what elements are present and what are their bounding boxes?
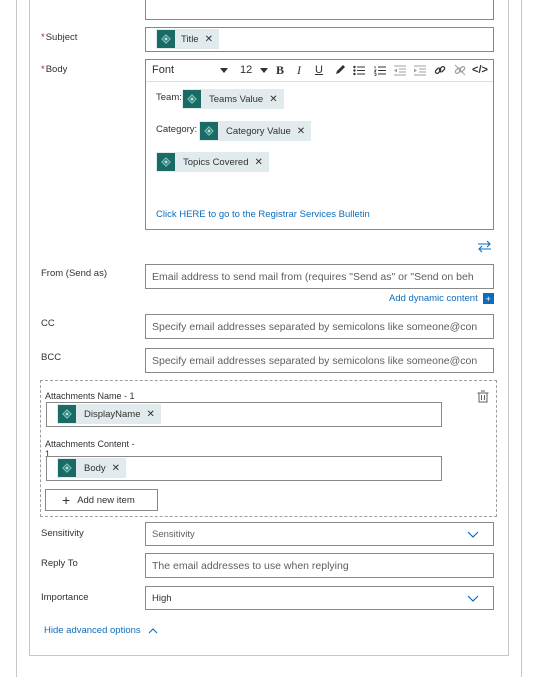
bulletin-link[interactable]: Click HERE to go to the Registrar Servic… <box>156 209 370 220</box>
swap-icon[interactable] <box>477 240 492 256</box>
previous-field[interactable] <box>145 0 494 20</box>
expression-icon <box>58 405 76 423</box>
unlink-icon[interactable] <box>453 62 467 78</box>
expression-icon <box>157 30 175 48</box>
card-left-border <box>29 0 30 656</box>
underline-button[interactable]: U <box>312 62 326 78</box>
attachments-content-field[interactable]: Body ✕ <box>46 456 442 481</box>
numbered-list-icon[interactable] <box>373 62 387 78</box>
add-new-item-button[interactable]: + Add new item <box>45 489 158 511</box>
expression-icon <box>200 122 218 140</box>
increase-indent-icon[interactable] <box>413 62 427 78</box>
close-icon[interactable]: ✕ <box>297 126 311 137</box>
expression-icon <box>183 90 201 108</box>
bcc-label: BCC <box>41 352 62 363</box>
sensitivity-label: Sensitivity <box>41 528 84 539</box>
pen-icon[interactable] <box>333 62 347 78</box>
team-token[interactable]: Teams Value ✕ <box>182 89 284 109</box>
reply-to-label: Reply To <box>41 558 78 569</box>
importance-label: Importance <box>41 592 89 603</box>
from-input[interactable]: Email address to send mail from (require… <box>145 264 494 289</box>
font-select[interactable]: Font <box>152 62 232 78</box>
category-token[interactable]: Category Value ✕ <box>199 121 312 141</box>
importance-dropdown[interactable]: High <box>145 586 494 610</box>
displayname-token[interactable]: DisplayName ✕ <box>57 404 161 424</box>
close-icon[interactable]: ✕ <box>112 463 126 474</box>
panel-right-border <box>521 0 522 677</box>
plus-icon: + <box>482 293 494 304</box>
chevron-up-icon <box>148 627 158 633</box>
cc-label: CC <box>41 318 55 329</box>
cc-input[interactable]: Specify email addresses separated by sem… <box>145 314 494 339</box>
sensitivity-dropdown[interactable]: Sensitivity <box>145 522 494 546</box>
close-icon[interactable]: ✕ <box>254 157 268 168</box>
bcc-input[interactable]: Specify email addresses separated by sem… <box>145 348 494 373</box>
bold-button[interactable]: B <box>273 62 287 78</box>
chevron-down-icon <box>220 67 228 73</box>
bullet-list-icon[interactable] <box>352 62 366 78</box>
card-right-border <box>508 0 509 656</box>
subject-field[interactable]: Title ✕ <box>145 27 494 52</box>
topics-token[interactable]: Topics Covered ✕ <box>156 152 269 172</box>
category-prefix: Category: <box>156 124 198 135</box>
reply-to-input[interactable]: The email addresses to use when replying <box>145 553 494 578</box>
team-prefix: Team: <box>156 92 182 103</box>
add-dynamic-content-button[interactable]: Add dynamic content + <box>389 293 494 304</box>
chevron-down-icon <box>260 67 268 73</box>
attachments-name-label: Attachments Name - 1 <box>45 391 135 401</box>
hide-advanced-options-link[interactable]: Hide advanced options <box>44 625 158 636</box>
link-icon[interactable] <box>433 62 447 78</box>
chevron-down-icon <box>467 531 479 538</box>
expression-icon <box>58 459 76 477</box>
close-icon[interactable]: ✕ <box>269 94 283 105</box>
attachments-name-field[interactable]: DisplayName ✕ <box>46 402 442 427</box>
close-icon[interactable]: ✕ <box>205 34 219 45</box>
delete-icon[interactable] <box>477 390 489 406</box>
body-token[interactable]: Body ✕ <box>57 458 127 478</box>
subject-token[interactable]: Title ✕ <box>156 29 219 49</box>
chevron-down-icon <box>467 595 479 602</box>
body-label: *Body <box>41 64 68 75</box>
close-icon[interactable]: ✕ <box>147 409 161 420</box>
expression-icon <box>157 153 175 171</box>
font-size-select[interactable]: 12 <box>240 62 268 78</box>
from-label: From (Send as) <box>41 268 107 279</box>
plus-icon: + <box>62 492 71 508</box>
card-bottom-border <box>29 655 509 656</box>
body-editor[interactable] <box>145 59 494 230</box>
subject-label: *Subject <box>41 32 78 43</box>
code-view-button[interactable]: </> <box>471 62 489 78</box>
italic-button[interactable]: I <box>293 62 305 78</box>
panel-left-border <box>16 0 17 677</box>
decrease-indent-icon[interactable] <box>393 62 407 78</box>
